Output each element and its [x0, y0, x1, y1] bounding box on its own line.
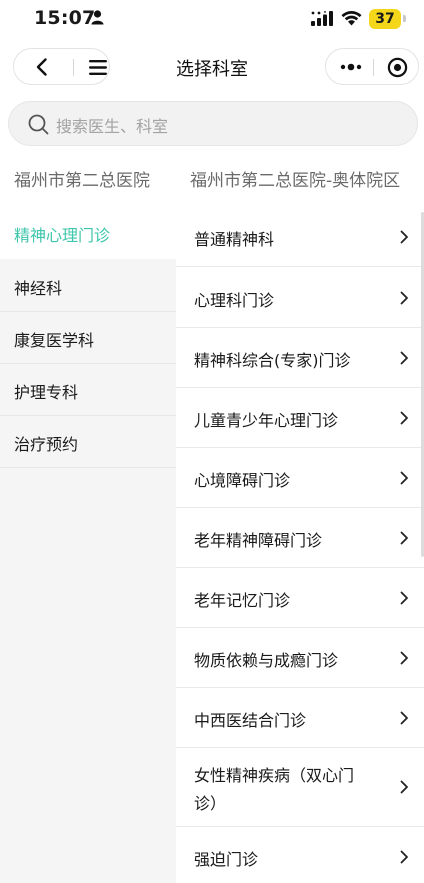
list-item[interactable]: 心理科门诊	[176, 268, 424, 328]
search-icon	[28, 114, 49, 135]
tab-hospital-aoti[interactable]: 福州市第二总医院-奥体院区	[190, 166, 400, 191]
wifi-icon	[341, 11, 362, 26]
list-item[interactable]: 老年精神障碍门诊	[176, 508, 424, 568]
department-label: 老年精神障碍门诊	[194, 531, 323, 550]
search-input[interactable]: 搜索医生、科室	[8, 101, 418, 146]
department-label: 心境障碍门诊	[194, 471, 291, 490]
list-item[interactable]: 女性精神疾病（双心门诊）	[176, 748, 424, 827]
battery-cap	[403, 15, 406, 22]
list-item[interactable]: 中西医结合门诊	[176, 688, 424, 748]
close-miniprogram-icon[interactable]	[387, 57, 408, 78]
more-icon[interactable]	[339, 59, 363, 75]
sidebar-item-label: 神经科	[14, 279, 63, 298]
department-list: 普通精神科 心理科门诊 精神科综合(专家)门诊 儿童青少年心理门诊 心境障碍门诊…	[176, 207, 424, 883]
department-label: 女性精神疾病（双心门诊）	[194, 766, 355, 813]
department-label: 老年记忆门诊	[194, 591, 291, 610]
sidebar-item-label: 康复医学科	[14, 331, 95, 350]
sidebar-item-label: 治疗预约	[14, 435, 79, 454]
category-sidebar: 精神心理门诊 神经科 康复医学科 护理专科 治疗预约	[0, 207, 176, 883]
chevron-right-icon	[400, 591, 408, 605]
chevron-right-icon	[400, 531, 408, 545]
department-label: 精神科综合(专家)门诊	[194, 351, 351, 370]
chevron-right-icon	[400, 411, 408, 425]
chevron-right-icon	[400, 711, 408, 725]
tab-hospital-main[interactable]: 福州市第二总医院	[14, 166, 150, 191]
list-item[interactable]: 心境障碍门诊	[176, 448, 424, 508]
status-bar: 15:07 37	[0, 0, 424, 40]
department-label: 强迫门诊	[194, 850, 259, 869]
sidebar-item-neurology[interactable]: 神经科	[0, 260, 176, 312]
sidebar-item-psychiatry[interactable]: 精神心理门诊	[0, 207, 176, 259]
chevron-right-icon	[400, 351, 408, 365]
signal-icon	[311, 11, 333, 26]
chevron-right-icon	[400, 471, 408, 485]
sidebar-item-treatment-booking[interactable]: 治疗预约	[0, 416, 176, 468]
battery-icon: 37	[369, 9, 401, 29]
department-label: 儿童青少年心理门诊	[194, 411, 339, 430]
sidebar-item-nursing[interactable]: 护理专科	[0, 364, 176, 416]
list-item[interactable]: 强迫门诊	[176, 827, 424, 883]
capsule-divider	[373, 59, 374, 76]
chevron-right-icon	[400, 780, 408, 794]
nav-right-capsule	[325, 48, 419, 85]
hospital-tabs: 福州市第二总医院 福州市第二总医院-奥体院区	[0, 166, 424, 196]
chevron-right-icon	[400, 651, 408, 665]
list-item[interactable]: 普通精神科	[176, 207, 424, 267]
search-placeholder: 搜索医生、科室	[56, 117, 169, 136]
list-item[interactable]: 精神科综合(专家)门诊	[176, 328, 424, 388]
status-time: 15:07	[34, 7, 96, 29]
department-label: 心理科门诊	[194, 291, 275, 310]
chevron-right-icon	[400, 291, 408, 305]
person-icon	[91, 10, 104, 25]
sidebar-item-label: 精神心理门诊	[14, 226, 111, 245]
department-label: 中西医结合门诊	[194, 711, 307, 730]
chevron-right-icon	[400, 850, 408, 864]
list-item[interactable]: 老年记忆门诊	[176, 568, 424, 628]
sidebar-item-rehabilitation[interactable]: 康复医学科	[0, 312, 176, 364]
list-item[interactable]: 儿童青少年心理门诊	[176, 388, 424, 448]
sidebar-item-label: 护理专科	[14, 383, 79, 402]
nav-bar: 选择科室	[0, 44, 424, 90]
chevron-right-icon	[400, 230, 408, 244]
department-label: 普通精神科	[194, 230, 275, 249]
list-item[interactable]: 物质依赖与成瘾门诊	[176, 628, 424, 688]
department-label: 物质依赖与成瘾门诊	[194, 651, 339, 670]
